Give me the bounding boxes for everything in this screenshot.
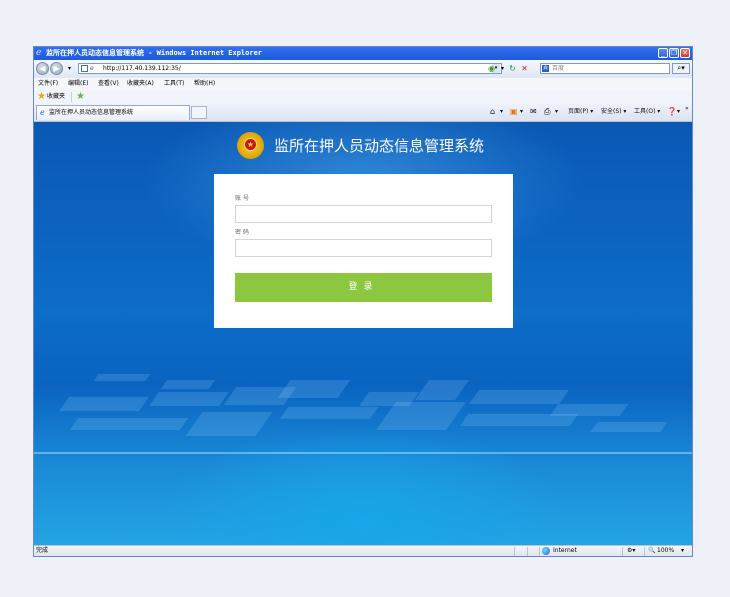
new-tab-button[interactable]: [191, 106, 207, 119]
zoom-icon: 🔍: [648, 547, 656, 554]
floor-tile: [59, 397, 149, 411]
login-button[interactable]: 登录: [235, 273, 492, 302]
add-favorite-icon[interactable]: ★: [76, 91, 85, 103]
status-divider: [622, 547, 623, 556]
tab-ie-icon: e: [40, 108, 45, 117]
maximize-button[interactable]: ❐: [669, 48, 679, 58]
ie-logo-icon: e: [36, 48, 42, 58]
protected-mode-icon[interactable]: ⚙▾: [627, 547, 635, 555]
zoom-dropdown-icon[interactable]: ▾: [681, 547, 684, 555]
forward-button[interactable]: ▶: [50, 62, 63, 75]
floor-tile: [185, 412, 273, 436]
zoom-level[interactable]: 100%: [657, 547, 674, 555]
menu-help[interactable]: 帮助(H): [194, 80, 215, 88]
page-menu[interactable]: 页面(P) ▾: [568, 107, 593, 116]
status-divider: [644, 547, 645, 556]
floor-tile: [459, 414, 579, 426]
security-zone[interactable]: Internet: [553, 547, 577, 555]
favorites-star-icon[interactable]: ★: [37, 91, 46, 103]
address-input[interactable]: e http://117.40.139.112:35/ ▾: [78, 63, 502, 74]
menu-tools[interactable]: 工具(T): [164, 80, 184, 88]
floor-tile: [277, 380, 351, 398]
search-input[interactable]: 百 百度: [540, 63, 670, 74]
history-dropdown-icon[interactable]: ▾: [64, 63, 75, 74]
tab-title: 监所在押人员动态信息管理系统: [49, 109, 134, 116]
safety-menu[interactable]: 安全(S) ▾: [601, 107, 626, 116]
floor-tile: [469, 390, 569, 404]
compatibility-icon[interactable]: ◉: [486, 63, 497, 74]
back-button[interactable]: ◀: [36, 62, 49, 75]
browser-window: e 监所在押人员动态信息管理系统 - Windows Internet Expl…: [33, 46, 693, 557]
floor-tile: [149, 392, 229, 406]
minimize-button[interactable]: _: [658, 48, 668, 58]
address-url: http://117.40.139.112:35/: [103, 65, 181, 72]
floor-tile: [414, 380, 470, 400]
tab-active[interactable]: e 监所在押人员动态信息管理系统: [36, 105, 190, 120]
mail-icon[interactable]: ✉: [530, 107, 537, 116]
help-dropdown-icon[interactable]: ▾: [677, 107, 680, 116]
status-divider: [539, 547, 540, 556]
menu-favorites[interactable]: 收藏夹(A): [127, 80, 154, 88]
status-bar: 完成 Internet ⚙▾ 🔍 100% ▾: [34, 545, 692, 556]
police-emblem-icon: ★: [237, 132, 264, 159]
home-icon[interactable]: ⌂: [490, 107, 495, 116]
internet-globe-icon: [542, 547, 550, 555]
stop-icon[interactable]: ✕: [519, 63, 530, 74]
help-icon[interactable]: ❓: [667, 107, 677, 116]
site-icon: e: [90, 65, 94, 72]
window-title: 监所在押人员动态信息管理系统 - Windows Internet Explor…: [46, 49, 263, 57]
horizon-line: [34, 452, 692, 454]
system-title: 监所在押人员动态信息管理系统: [274, 137, 485, 155]
login-card: 账号 密码 登录: [214, 174, 513, 328]
page-icon: [81, 65, 88, 72]
menu-file[interactable]: 文件(F): [38, 80, 58, 88]
address-toolbar: ◀ ▶ ▾ e http://117.40.139.112:35/ ▾ ◉ ▾ …: [34, 60, 692, 79]
status-divider: [527, 547, 528, 556]
favorites-divider: [71, 92, 72, 102]
account-input[interactable]: [235, 205, 492, 223]
floor-tile: [279, 407, 379, 419]
baidu-logo-icon: 百: [542, 65, 549, 72]
tools-menu[interactable]: 工具(O) ▾: [634, 107, 660, 116]
tab-bar: e 监所在押人员动态信息管理系统 ⌂ ▾ ▣ ▾ ✉ ⎙ ▾ 页面(P) ▾ 安…: [34, 104, 692, 122]
status-divider: [514, 547, 515, 556]
account-label: 账号: [235, 195, 252, 202]
feeds-dropdown-icon[interactable]: ▾: [520, 107, 523, 116]
search-placeholder: 百度: [552, 65, 565, 72]
home-dropdown-icon[interactable]: ▾: [500, 107, 503, 116]
emblem-center: ★: [244, 138, 257, 151]
close-button[interactable]: ✕: [680, 48, 690, 58]
floor-tile: [160, 380, 216, 389]
feeds-icon[interactable]: ▣: [510, 107, 518, 116]
refresh-icon[interactable]: ↻: [507, 63, 518, 74]
search-button[interactable]: ⌕▾: [672, 63, 690, 74]
menu-edit[interactable]: 编辑(E): [68, 80, 88, 88]
more-commands-icon[interactable]: »: [685, 104, 689, 113]
page-content: ★ 监所在押人员动态信息管理系统 账号 密码 登录: [34, 122, 692, 545]
password-input[interactable]: [235, 239, 492, 257]
password-label: 密码: [235, 229, 252, 236]
emblem-star-icon: ★: [246, 140, 255, 149]
floor-tile: [69, 418, 189, 430]
floor-tile: [93, 374, 151, 381]
favorites-label[interactable]: 收藏夹: [47, 93, 65, 101]
floor-tile: [376, 402, 466, 430]
status-text: 完成: [36, 547, 49, 554]
menu-view[interactable]: 查看(V): [98, 80, 119, 88]
favorites-bar: ★ 收藏夹 ★: [34, 90, 692, 105]
floor-tile: [590, 422, 668, 432]
print-icon[interactable]: ⎙: [544, 107, 550, 116]
print-dropdown-icon[interactable]: ▾: [555, 107, 558, 116]
window-titlebar[interactable]: e 监所在押人员动态信息管理系统 - Windows Internet Expl…: [34, 47, 692, 60]
